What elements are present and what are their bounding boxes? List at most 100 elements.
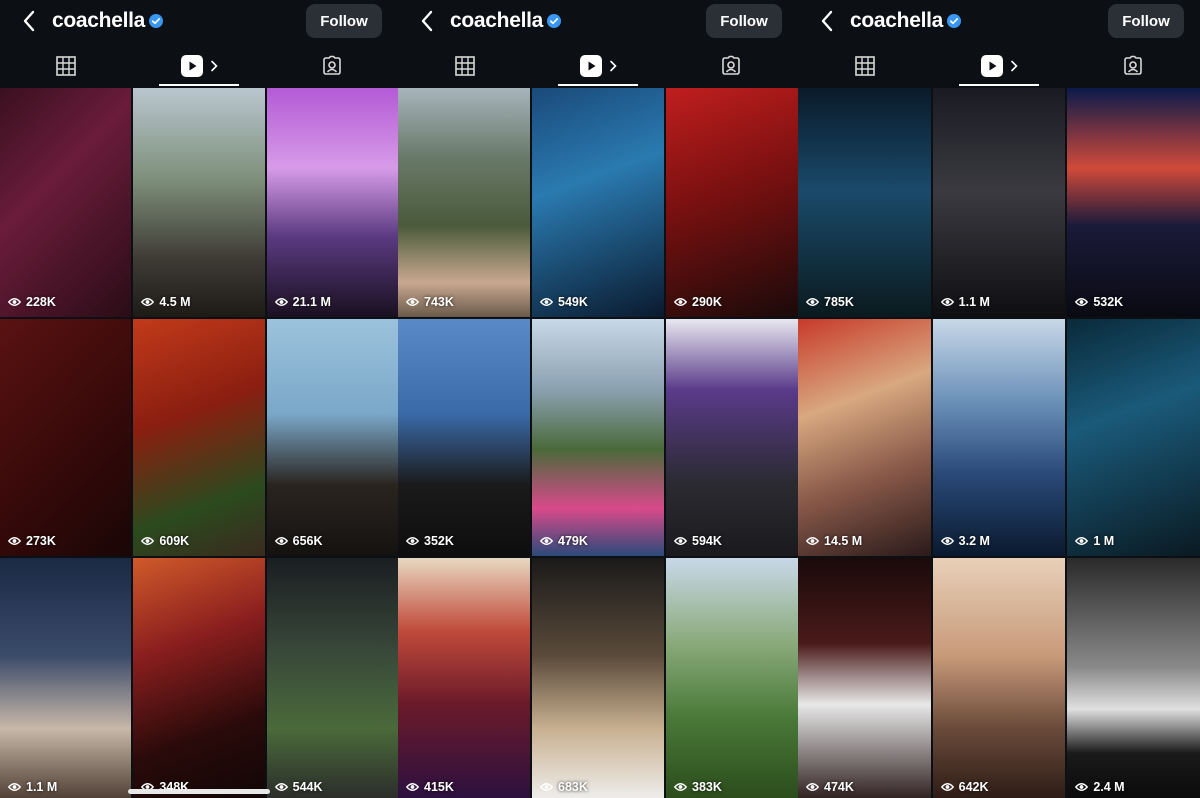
chevron-right-icon: [1011, 60, 1018, 72]
reel-tile[interactable]: 683K: [532, 558, 664, 798]
tab-tagged[interactable]: [265, 44, 398, 88]
view-count: 290K: [674, 295, 722, 309]
tab-tagged[interactable]: [1066, 44, 1200, 88]
view-count: 642K: [940, 780, 989, 794]
reel-tile[interactable]: 228K: [0, 88, 132, 317]
eye-icon: [1075, 298, 1089, 306]
reel-tile[interactable]: 273K: [0, 319, 132, 556]
reel-tile[interactable]: 532K: [1067, 88, 1200, 317]
tagged-icon: [322, 55, 341, 75]
verified-badge-icon: [947, 14, 961, 28]
view-count: 544K: [274, 780, 323, 794]
grid-icon: [454, 56, 475, 76]
reel-tile[interactable]: 594K: [666, 319, 798, 556]
view-count-label: 549K: [558, 295, 588, 309]
reels-grid: 228K 4.5 M 21.1 M 273K 609K 656K 1.1 M 348K 544K: [0, 88, 398, 798]
reel-tile[interactable]: 549K: [532, 88, 664, 317]
reel-tile[interactable]: 1 M: [1067, 319, 1200, 556]
reel-tile[interactable]: 785K: [798, 88, 931, 317]
reel-tile[interactable]: 348K: [133, 558, 265, 798]
reel-tile[interactable]: 14.5 M: [798, 319, 931, 556]
eye-icon: [806, 537, 819, 545]
reel-tile[interactable]: 656K: [266, 319, 398, 556]
follow-button[interactable]: Follow: [706, 4, 782, 38]
chevron-left-icon: [421, 10, 433, 32]
view-count-label: 1.1 M: [26, 780, 58, 794]
view-count-label: 415K: [424, 780, 454, 794]
view-count: 743K: [406, 295, 454, 309]
view-count: 785K: [806, 295, 854, 309]
reel-tile[interactable]: 352K: [398, 319, 530, 556]
grid-icon: [56, 56, 77, 76]
reel-tile[interactable]: 2.4 M: [1067, 558, 1200, 798]
chevron-left-icon: [821, 10, 833, 32]
reels-icon: [980, 55, 1003, 77]
top-bar: coachella Follow: [398, 0, 798, 44]
reel-tile[interactable]: 3.2 M: [932, 319, 1066, 556]
follow-button[interactable]: Follow: [306, 4, 382, 38]
view-count-label: 3.2 M: [958, 534, 990, 548]
eye-icon: [274, 783, 288, 791]
profile-username[interactable]: coachella: [850, 9, 943, 33]
follow-button[interactable]: Follow: [1108, 4, 1184, 38]
tab-posts-grid[interactable]: [398, 44, 531, 88]
view-count-label: 352K: [424, 534, 454, 548]
reel-tile[interactable]: 479K: [532, 319, 664, 556]
view-count: 474K: [806, 780, 854, 794]
view-count: 2.4 M: [1075, 780, 1125, 794]
reel-tile[interactable]: 743K: [398, 88, 530, 317]
grid-icon: [855, 56, 875, 76]
view-count-label: 609K: [159, 534, 190, 548]
view-count: 656K: [274, 534, 323, 548]
view-count: 383K: [674, 780, 722, 794]
back-button[interactable]: [18, 10, 40, 32]
reel-tile[interactable]: 290K: [666, 88, 798, 317]
eye-icon: [806, 783, 819, 791]
reel-tile[interactable]: 474K: [798, 558, 931, 798]
back-button[interactable]: [416, 10, 438, 32]
view-count-label: 228K: [26, 295, 56, 309]
reel-tile[interactable]: 609K: [133, 319, 265, 556]
verified-badge-icon: [149, 14, 163, 28]
reel-tile[interactable]: 415K: [398, 558, 530, 798]
view-count: 415K: [406, 780, 454, 794]
tab-reels[interactable]: [133, 44, 266, 88]
profile-screen-2: coachella Follow 743K 549K 290K 352K 479K 594…: [398, 0, 798, 798]
reel-tile[interactable]: 642K: [932, 558, 1066, 798]
verified-badge-icon: [547, 14, 561, 28]
tab-posts-grid[interactable]: [0, 44, 133, 88]
chevron-right-icon: [610, 60, 617, 72]
view-count-label: 594K: [692, 534, 722, 548]
profile-username[interactable]: coachella: [450, 9, 543, 33]
view-count: 532K: [1075, 295, 1123, 309]
eye-icon: [540, 783, 553, 791]
view-count: 549K: [540, 295, 588, 309]
profile-tabs: [798, 44, 1200, 88]
view-count-label: 1 M: [1093, 534, 1115, 548]
tab-reels[interactable]: [932, 44, 1066, 88]
reel-tile[interactable]: 4.5 M: [133, 88, 265, 317]
view-count-label: 14.5 M: [824, 534, 863, 548]
view-count-label: 743K: [424, 295, 454, 309]
tab-reels[interactable]: [531, 44, 664, 88]
reel-tile[interactable]: 383K: [666, 558, 798, 798]
reel-tile[interactable]: 544K: [266, 558, 398, 798]
profile-username[interactable]: coachella: [52, 9, 145, 33]
eye-icon: [274, 298, 288, 306]
reel-tile[interactable]: 1.1 M: [932, 88, 1066, 317]
eye-icon: [141, 298, 155, 306]
view-count: 3.2 M: [940, 534, 990, 548]
profile-screen-3: coachella Follow 785K 1.1 M 532K 14.5 M 3.2 …: [798, 0, 1200, 798]
back-button[interactable]: [816, 10, 838, 32]
view-count-label: 656K: [292, 534, 323, 548]
view-count: 479K: [540, 534, 588, 548]
eye-icon: [806, 298, 819, 306]
view-count-label: 21.1 M: [292, 295, 331, 309]
eye-icon: [540, 298, 553, 306]
profile-screen-1: coachella Follow 228K 4.5 M 21.1 M 273K 609K…: [0, 0, 398, 798]
tab-posts-grid[interactable]: [798, 44, 932, 88]
view-count: 273K: [8, 534, 56, 548]
tab-tagged[interactable]: [665, 44, 798, 88]
reel-tile[interactable]: 21.1 M: [266, 88, 398, 317]
reel-tile[interactable]: 1.1 M: [0, 558, 132, 798]
